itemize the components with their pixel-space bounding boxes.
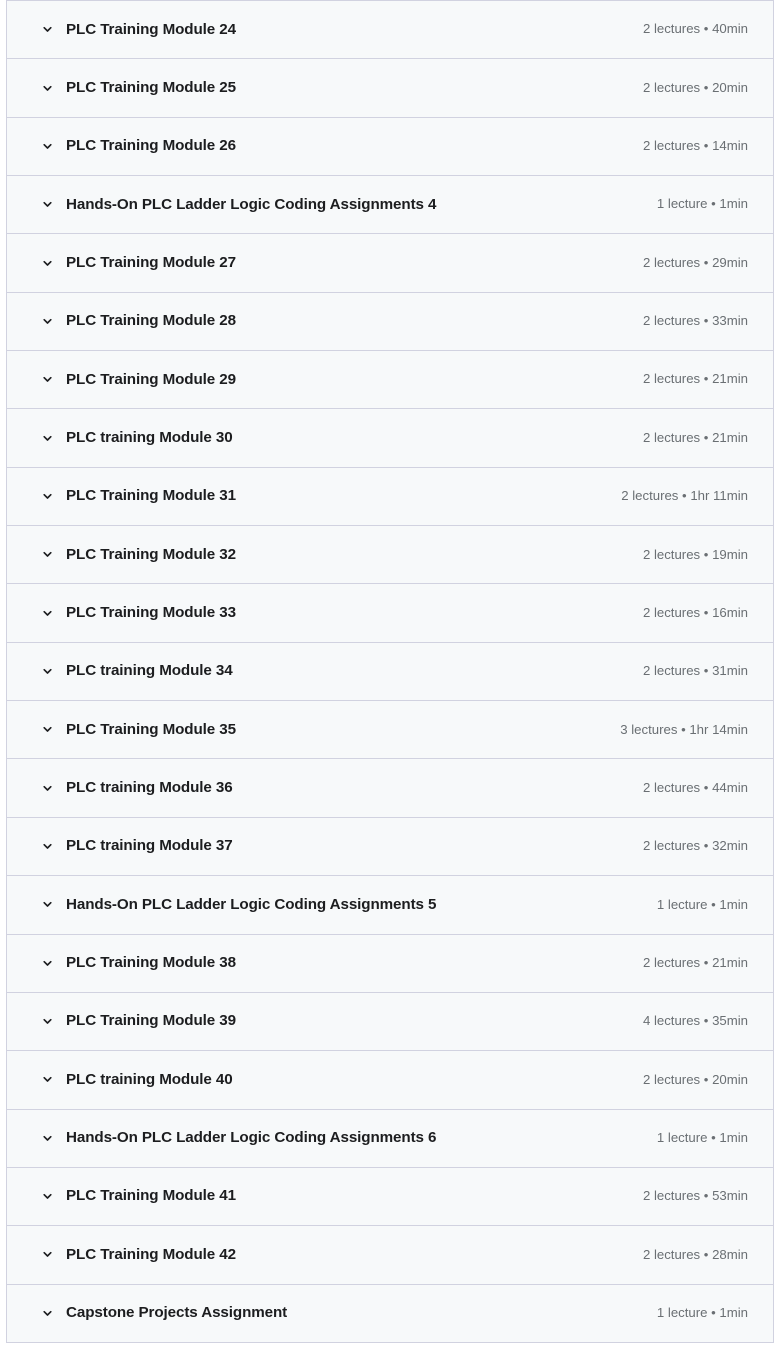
section-meta: 2 lectures • 20min [642, 79, 748, 95]
curriculum-section-row[interactable]: PLC Training Module 41 2 lectures • 53min [7, 1166, 773, 1226]
chevron-down-icon[interactable] [37, 953, 58, 974]
section-meta: 2 lectures • 29min [642, 254, 748, 270]
chevron-down-icon[interactable] [37, 661, 58, 682]
section-meta: 2 lectures • 40min [642, 21, 748, 37]
section-meta: 3 lectures • 1hr 14min [620, 721, 748, 737]
curriculum-section-row[interactable]: PLC Training Module 32 2 lectures • 19min [7, 525, 773, 584]
section-title: PLC training Module 30 [66, 428, 233, 446]
section-title: PLC Training Module 31 [66, 487, 236, 505]
chevron-down-icon[interactable] [37, 78, 58, 99]
chevron-down-icon[interactable] [37, 428, 58, 449]
section-title: Hands-On PLC Ladder Logic Coding Assignm… [66, 1129, 437, 1147]
section-title: PLC training Module 37 [66, 837, 233, 855]
curriculum-section-row[interactable]: PLC training Module 40 2 lectures • 20min [7, 1050, 773, 1109]
chevron-down-icon[interactable] [37, 19, 58, 40]
section-title: Hands-On PLC Ladder Logic Coding Assignm… [66, 895, 437, 913]
section-title: PLC Training Module 25 [66, 78, 236, 96]
section-title: PLC Training Module 35 [66, 720, 236, 738]
section-title: PLC Training Module 42 [66, 1245, 236, 1263]
chevron-down-icon[interactable] [37, 778, 58, 799]
section-meta: 2 lectures • 21min [642, 954, 748, 970]
section-meta: 1 lecture • 1min [656, 896, 748, 912]
section-title: PLC Training Module 29 [66, 370, 236, 388]
chevron-down-icon[interactable] [37, 1011, 58, 1032]
curriculum-section-row[interactable]: PLC training Module 36 2 lectures • 44min [7, 758, 773, 817]
curriculum-section-row[interactable]: PLC training Module 30 2 lectures • 21min [7, 408, 773, 467]
curriculum-section-row[interactable]: PLC Training Module 35 3 lectures • 1hr 1… [7, 700, 773, 759]
section-meta: 2 lectures • 16min [642, 604, 748, 620]
section-title: PLC Training Module 32 [66, 545, 236, 563]
chevron-down-icon[interactable] [37, 836, 58, 857]
section-title: PLC Training Module 38 [66, 954, 236, 972]
chevron-down-icon[interactable] [37, 311, 58, 332]
section-title: PLC training Module 40 [66, 1070, 233, 1088]
curriculum-section-row[interactable]: PLC training Module 34 2 lectures • 31min [7, 641, 773, 701]
chevron-down-icon[interactable] [37, 136, 58, 157]
curriculum-section-row[interactable]: PLC training Module 37 2 lectures • 32min [7, 816, 773, 876]
curriculum-section-row[interactable]: Capstone Projects Assignment 1 lecture • … [7, 1283, 773, 1342]
curriculum-section-row[interactable]: Hands-On PLC Ladder Logic Coding Assignm… [7, 875, 773, 934]
chevron-down-icon[interactable] [37, 369, 58, 390]
section-title: PLC training Module 34 [66, 662, 233, 680]
curriculum-section-row[interactable]: PLC Training Module 29 2 lectures • 21min [7, 350, 773, 409]
curriculum-section-row[interactable]: Hands-On PLC Ladder Logic Coding Assignm… [7, 1108, 773, 1167]
section-title: PLC Training Module 33 [66, 603, 236, 621]
section-meta: 2 lectures • 53min [642, 1188, 748, 1204]
section-meta: 2 lectures • 33min [642, 313, 748, 329]
section-meta: 2 lectures • 32min [642, 838, 748, 854]
section-meta: 2 lectures • 28min [642, 1246, 748, 1262]
curriculum-section-row[interactable]: PLC Training Module 28 2 lectures • 33min [7, 291, 773, 351]
section-meta: 1 lecture • 1min [656, 1304, 748, 1320]
section-title: PLC Training Module 28 [66, 312, 236, 330]
section-title: Hands-On PLC Ladder Logic Coding Assignm… [66, 195, 437, 213]
curriculum-section-row[interactable]: PLC Training Module 25 2 lectures • 20min [7, 58, 773, 117]
section-meta: 2 lectures • 31min [642, 663, 748, 679]
chevron-down-icon[interactable] [37, 719, 58, 740]
section-title: PLC Training Module 39 [66, 1012, 236, 1030]
section-title: PLC Training Module 27 [66, 253, 236, 271]
chevron-down-icon[interactable] [37, 1303, 58, 1324]
section-meta: 1 lecture • 1min [656, 1129, 748, 1145]
section-meta: 2 lectures • 20min [642, 1071, 748, 1087]
section-meta: 2 lectures • 44min [642, 779, 748, 795]
curriculum-section-row[interactable]: Hands-On PLC Ladder Logic Coding Assignm… [7, 175, 773, 234]
chevron-down-icon[interactable] [37, 1069, 58, 1090]
chevron-down-icon[interactable] [37, 253, 58, 274]
chevron-down-icon[interactable] [37, 1186, 58, 1207]
section-meta: 2 lectures • 21min [642, 371, 748, 387]
section-meta: 2 lectures • 14min [642, 138, 748, 154]
curriculum-section-row[interactable]: PLC Training Module 33 2 lectures • 16min [7, 583, 773, 642]
curriculum-section-row[interactable]: PLC Training Module 26 2 lectures • 14min [7, 116, 773, 176]
section-title: PLC Training Module 24 [66, 20, 236, 38]
chevron-down-icon[interactable] [37, 894, 58, 915]
section-meta: 4 lectures • 35min [642, 1013, 748, 1029]
section-meta: 2 lectures • 19min [642, 546, 748, 562]
curriculum-section-row[interactable]: PLC Training Module 42 2 lectures • 28min [7, 1225, 773, 1284]
section-title: Capstone Projects Assignment [66, 1304, 288, 1322]
section-meta: 2 lectures • 1hr 11min [621, 488, 748, 504]
chevron-down-icon[interactable] [37, 1128, 58, 1149]
chevron-down-icon[interactable] [37, 1244, 58, 1265]
chevron-down-icon[interactable] [37, 486, 58, 507]
course-curriculum-accordion: PLC Training Module 24 2 lectures • 40min… [6, 0, 774, 1343]
chevron-down-icon[interactable] [37, 603, 58, 624]
curriculum-section-row[interactable]: PLC Training Module 31 2 lectures • 1hr 1… [7, 466, 773, 526]
curriculum-section-row[interactable]: PLC Training Module 24 2 lectures • 40min [7, 0, 773, 59]
curriculum-section-row[interactable]: PLC Training Module 38 2 lectures • 21min [7, 933, 773, 992]
curriculum-section-row[interactable]: PLC Training Module 27 2 lectures • 29min [7, 233, 773, 292]
section-title: PLC Training Module 26 [66, 137, 236, 155]
chevron-down-icon[interactable] [37, 544, 58, 565]
section-title: PLC training Module 36 [66, 779, 233, 797]
section-meta: 1 lecture • 1min [656, 196, 748, 212]
curriculum-section-row[interactable]: PLC Training Module 39 4 lectures • 35min [7, 991, 773, 1051]
section-title: PLC Training Module 41 [66, 1187, 236, 1205]
section-meta: 2 lectures • 21min [642, 429, 748, 445]
chevron-down-icon[interactable] [37, 194, 58, 215]
